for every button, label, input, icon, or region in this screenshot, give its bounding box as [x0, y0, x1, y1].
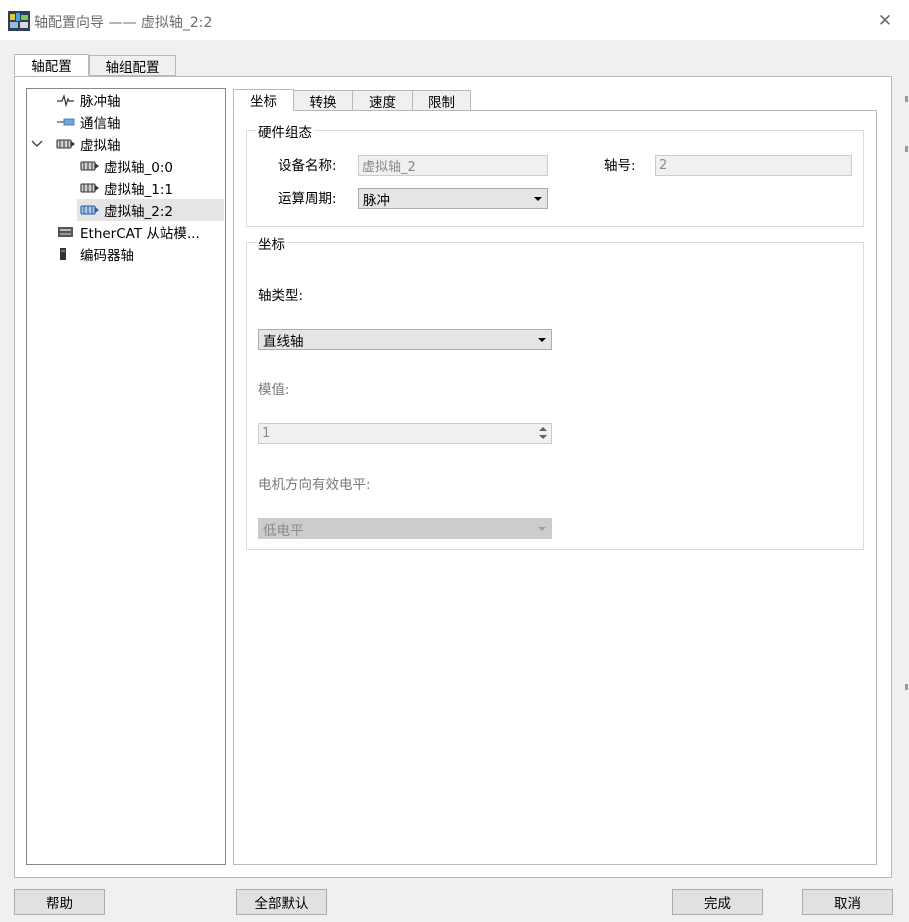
virtual-axis-icon: [80, 203, 100, 217]
axis-number-label: 轴号:: [604, 158, 636, 174]
virtual-axis-icon: [80, 181, 100, 195]
tab-limit[interactable]: 限制: [412, 90, 471, 111]
axis-type-label: 轴类型:: [258, 288, 304, 304]
hardware-config-title: 硬件组态: [256, 121, 314, 141]
axis-type-value: 直线轴: [263, 333, 304, 350]
tree-item-label: 通信轴: [80, 116, 121, 132]
tree-item-label: 编码器轴: [80, 248, 134, 264]
button-label: 取消: [834, 896, 861, 912]
tree-item-ethercat-slave[interactable]: EtherCAT 从站模...: [56, 221, 200, 243]
tab-label: 坐标: [250, 94, 277, 110]
tab-label: 转换: [309, 94, 337, 111]
restore-defaults-button[interactable]: 全部默认: [236, 889, 327, 915]
tree-item-label: EtherCAT 从站模...: [80, 226, 200, 242]
chevron-down-icon[interactable]: [30, 137, 44, 151]
tree-item-virtual-axis[interactable]: 虚拟轴: [56, 133, 121, 155]
window-edge-mark: [905, 146, 908, 152]
finish-button[interactable]: 完成: [672, 889, 763, 915]
coordinate-group: [246, 242, 864, 550]
tab-axis-config[interactable]: 轴配置: [14, 54, 89, 76]
device-name-field[interactable]: 虚拟轴_2: [358, 155, 548, 176]
device-name-value: 虚拟轴_2: [362, 160, 416, 175]
coordinate-group-title: 坐标: [256, 233, 287, 253]
spin-down-icon[interactable]: [539, 435, 547, 439]
tab-label: 速度: [369, 94, 396, 111]
modulo-value: 1: [262, 426, 271, 441]
tree-item-virtual-axis-1[interactable]: 虚拟轴_1:1: [80, 177, 173, 199]
window-edge-mark: [905, 684, 908, 690]
cancel-button[interactable]: 取消: [802, 889, 893, 915]
app-icon: [8, 11, 30, 31]
comm-axis-icon: [56, 115, 76, 129]
tab-label: 限制: [428, 94, 455, 111]
motor-direction-select[interactable]: 低电平: [258, 518, 552, 539]
device-name-label: 设备名称:: [278, 158, 337, 174]
motor-direction-value: 低电平: [263, 522, 304, 539]
button-label: 帮助: [46, 896, 73, 912]
tab-label: 轴配置: [31, 59, 72, 75]
tab-axis-group-config[interactable]: 轴组配置: [89, 55, 176, 76]
dropdown-arrow-icon: [538, 527, 546, 531]
virtual-axis-icon: [80, 159, 100, 173]
encoder-axis-icon: [56, 247, 76, 261]
ethercat-slave-icon: [56, 225, 76, 239]
dropdown-arrow-icon: [534, 197, 542, 201]
cycle-select[interactable]: 脉冲: [358, 188, 548, 209]
tab-conversion[interactable]: 转换: [293, 90, 353, 111]
tree-item-label: 虚拟轴: [80, 138, 121, 154]
help-button[interactable]: 帮助: [14, 889, 105, 915]
close-button[interactable]: ✕: [872, 10, 898, 32]
window-title: 轴配置向导 —— 虚拟轴_2:2: [34, 15, 213, 31]
close-icon: ✕: [877, 11, 893, 31]
axis-number-field[interactable]: 2: [655, 155, 852, 176]
pulse-axis-icon: [56, 93, 76, 108]
modulo-spinbox[interactable]: 1: [258, 423, 552, 444]
axis-type-select[interactable]: 直线轴: [258, 329, 552, 350]
button-label: 全部默认: [254, 896, 309, 912]
axis-number-value: 2: [659, 158, 668, 173]
hardware-config-group: [246, 130, 864, 227]
virtual-axis-icon: [56, 137, 76, 151]
spin-up-icon[interactable]: [539, 427, 547, 431]
cycle-label: 运算周期:: [278, 191, 337, 207]
tree-item-encoder-axis[interactable]: 编码器轴: [56, 243, 134, 265]
cycle-value: 脉冲: [363, 192, 390, 209]
motor-direction-label: 电机方向有效电平:: [258, 477, 371, 493]
tree-item-label: 脉冲轴: [80, 94, 121, 110]
tree-item-label: 虚拟轴_1:1: [104, 182, 173, 198]
tree-item-virtual-axis-0[interactable]: 虚拟轴_0:0: [80, 155, 173, 177]
window-edge-mark: [905, 96, 908, 102]
modulo-label: 模值:: [258, 382, 290, 398]
tab-label: 轴组配置: [105, 59, 160, 76]
tree-item-virtual-axis-2[interactable]: 虚拟轴_2:2: [77, 199, 224, 221]
tab-coordinate[interactable]: 坐标: [233, 89, 294, 111]
dropdown-arrow-icon: [538, 338, 546, 342]
tree-item-label: 虚拟轴_2:2: [104, 204, 173, 220]
tree-item-label: 虚拟轴_0:0: [104, 160, 173, 176]
tree-item-pulse-axis[interactable]: 脉冲轴: [56, 89, 121, 111]
tree-item-comm-axis[interactable]: 通信轴: [56, 111, 121, 133]
tab-speed[interactable]: 速度: [352, 90, 413, 111]
button-label: 完成: [704, 896, 731, 912]
